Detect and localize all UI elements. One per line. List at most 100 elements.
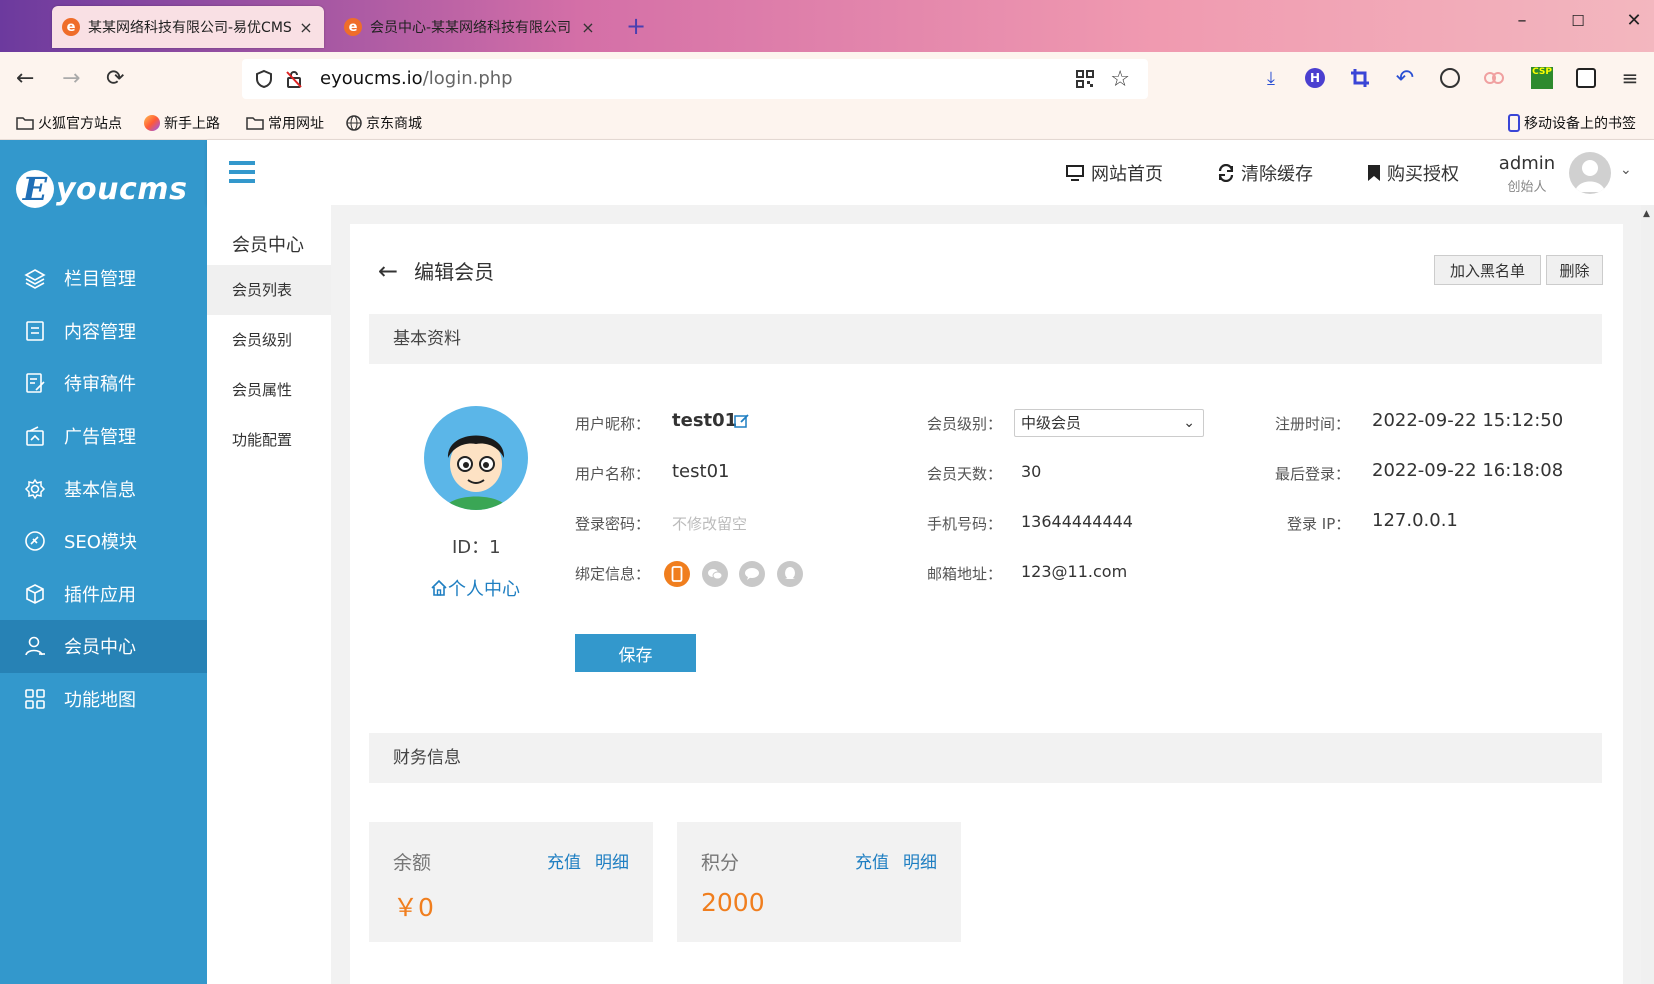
close-tab-icon[interactable]: × xyxy=(298,18,314,37)
browser-tab[interactable]: e 会员中心-某某网络科技有限公司 × xyxy=(334,6,606,48)
bookmark-item[interactable]: 新手上路 xyxy=(144,113,220,133)
globe-icon xyxy=(346,115,362,131)
sidebar-item-label: 内容管理 xyxy=(64,321,136,343)
balance-card: 余额 充值 明细 ￥0 xyxy=(369,822,653,942)
user-icon xyxy=(25,637,45,656)
vertical-scrollbar[interactable]: ▲ xyxy=(1641,205,1654,984)
page-title-text: 编辑会员 xyxy=(414,260,495,284)
delete-button[interactable]: 删除 xyxy=(1546,255,1603,285)
avatar[interactable] xyxy=(1569,152,1611,194)
buy-license-label: 购买授权 xyxy=(1387,164,1459,185)
last-login-label: 最后登录： xyxy=(1275,465,1351,483)
bookmark-star-icon[interactable]: ☆ xyxy=(1110,67,1130,92)
app-window: { "browser": { "tabs": [ {"title": "某某网络… xyxy=(0,0,1654,984)
balance-detail-link[interactable]: 明细 xyxy=(595,853,629,873)
username-value: test01 xyxy=(672,461,730,482)
subnav-item-member-list[interactable]: 会员列表 xyxy=(207,265,331,315)
back-arrow-icon[interactable]: ← xyxy=(378,259,398,283)
minimize-button[interactable]: – xyxy=(1506,10,1538,31)
user-name: admin xyxy=(1498,153,1556,174)
points-label: 积分 xyxy=(701,852,740,874)
menu-icon[interactable]: ≡ xyxy=(1618,66,1642,90)
bookmark-label: 常用网址 xyxy=(268,116,324,132)
extension-h-icon[interactable]: H xyxy=(1303,66,1327,90)
email-value[interactable]: 123@11.com xyxy=(1021,562,1127,581)
points-value: 2000 xyxy=(701,888,765,917)
points-links: 充值 明细 xyxy=(841,848,937,873)
sidebar-item-seo[interactable]: SEO模块 xyxy=(0,515,207,568)
bookmark-label: 移动设备上的书签 xyxy=(1524,116,1636,132)
eyoucms-favicon-icon: e xyxy=(62,18,80,36)
undo-icon[interactable]: ↶ xyxy=(1393,66,1417,91)
new-tab-button[interactable]: + xyxy=(626,14,646,38)
url-path: /login.php xyxy=(422,68,513,89)
mobile-bookmarks[interactable]: 移动设备上的书签 xyxy=(1508,113,1636,133)
sidebar-item-ads[interactable]: 广告管理 xyxy=(0,410,207,463)
sidebar-item-basic-info[interactable]: 基本信息 xyxy=(0,462,207,515)
subnav-title: 会员中心 xyxy=(232,235,304,256)
points-recharge-link[interactable]: 充值 xyxy=(855,853,889,873)
grid-icon xyxy=(25,689,45,709)
reload-icon[interactable]: ⟳ xyxy=(106,67,124,91)
subnav-item-member-level[interactable]: 会员级别 xyxy=(207,315,331,365)
firefox-icon xyxy=(144,115,160,131)
member-level-select[interactable]: 中级会员 ⌄ xyxy=(1014,409,1204,437)
member-days-value[interactable]: 30 xyxy=(1021,462,1041,481)
scroll-up-icon[interactable]: ▲ xyxy=(1643,209,1650,219)
register-time-value: 2022-09-22 15:12:50 xyxy=(1372,410,1564,431)
wechat-bind-icon[interactable] xyxy=(702,561,728,587)
balance-recharge-link[interactable]: 充值 xyxy=(547,853,581,873)
forward-icon[interactable]: → xyxy=(62,67,80,91)
save-button[interactable]: 保存 xyxy=(575,634,696,672)
subnav-item-member-attributes[interactable]: 会员属性 xyxy=(207,365,331,415)
extension-disc-icon[interactable] xyxy=(1438,66,1462,90)
site-home-link[interactable]: 网站首页 xyxy=(1065,160,1163,186)
sidebar-item-function-map[interactable]: 功能地图 xyxy=(0,673,207,726)
close-window-button[interactable]: ✕ xyxy=(1618,10,1650,31)
clear-cache-link[interactable]: 清除缓存 xyxy=(1217,160,1313,186)
chevron-down-icon[interactable]: ⌄ xyxy=(1620,162,1632,178)
page-title: ← 编辑会员 xyxy=(378,256,494,285)
bookmark-item[interactable]: 火狐官方站点 xyxy=(16,113,122,133)
qr-code-icon[interactable] xyxy=(1076,70,1094,92)
buy-license-link[interactable]: 购买授权 xyxy=(1367,160,1459,186)
points-detail-link[interactable]: 明细 xyxy=(903,853,937,873)
insecure-lock-icon[interactable] xyxy=(284,69,304,93)
crop-icon[interactable] xyxy=(1348,66,1372,90)
sidebar-item-plugins[interactable]: 插件应用 xyxy=(0,568,207,621)
phone-bind-icon[interactable] xyxy=(664,561,690,587)
shield-icon[interactable] xyxy=(254,69,274,93)
phone-value[interactable]: 13644444444 xyxy=(1021,512,1133,531)
maximize-button[interactable]: ☐ xyxy=(1562,12,1594,30)
eyoucms-logo[interactable]: E youcms xyxy=(16,170,187,208)
bookmark-item[interactable]: 京东商城 xyxy=(346,113,422,133)
tab-title: 某某网络科技有限公司-易优CMS xyxy=(88,20,292,36)
download-icon[interactable]: ⤓ xyxy=(1259,66,1283,90)
browser-tab-active[interactable]: e 某某网络科技有限公司-易优CMS × xyxy=(52,6,324,48)
monitor-icon xyxy=(1066,165,1084,181)
user-info[interactable]: admin 创始人 xyxy=(1497,153,1557,195)
sidebar-item-review[interactable]: 待审稿件 xyxy=(0,357,207,410)
csp-extension-icon[interactable]: CSP xyxy=(1530,66,1554,90)
password-field[interactable]: 不修改留空 xyxy=(672,513,747,534)
sidebar-item-member-center[interactable]: 会员中心 xyxy=(0,620,207,673)
sidebar-item-content[interactable]: 内容管理 xyxy=(0,305,207,358)
login-ip-value: 127.0.0.1 xyxy=(1372,510,1458,531)
sidebar-item-columns[interactable]: 栏目管理 xyxy=(0,252,207,305)
panda-extension-icon[interactable] xyxy=(1574,66,1598,90)
folder-icon xyxy=(246,115,264,131)
edit-icon[interactable] xyxy=(734,413,750,433)
hamburger-menu-icon[interactable] xyxy=(229,161,255,183)
personal-center-link[interactable]: 个人中心 xyxy=(430,575,520,601)
extension-link-icon[interactable] xyxy=(1482,66,1506,90)
qq-bind-icon[interactable] xyxy=(777,561,803,587)
back-icon[interactable]: ← xyxy=(16,67,34,91)
chat-bind-icon[interactable] xyxy=(739,561,765,587)
site-home-label: 网站首页 xyxy=(1091,164,1163,185)
subnav-item-feature-config[interactable]: 功能配置 xyxy=(207,415,331,465)
bookmark-item[interactable]: 常用网址 xyxy=(246,113,324,133)
add-blacklist-button[interactable]: 加入黑名单 xyxy=(1434,255,1541,285)
close-tab-icon[interactable]: × xyxy=(580,18,596,37)
address-bar[interactable]: eyoucms.io/login.php ☆ xyxy=(242,59,1148,99)
seo-icon xyxy=(25,531,45,552)
